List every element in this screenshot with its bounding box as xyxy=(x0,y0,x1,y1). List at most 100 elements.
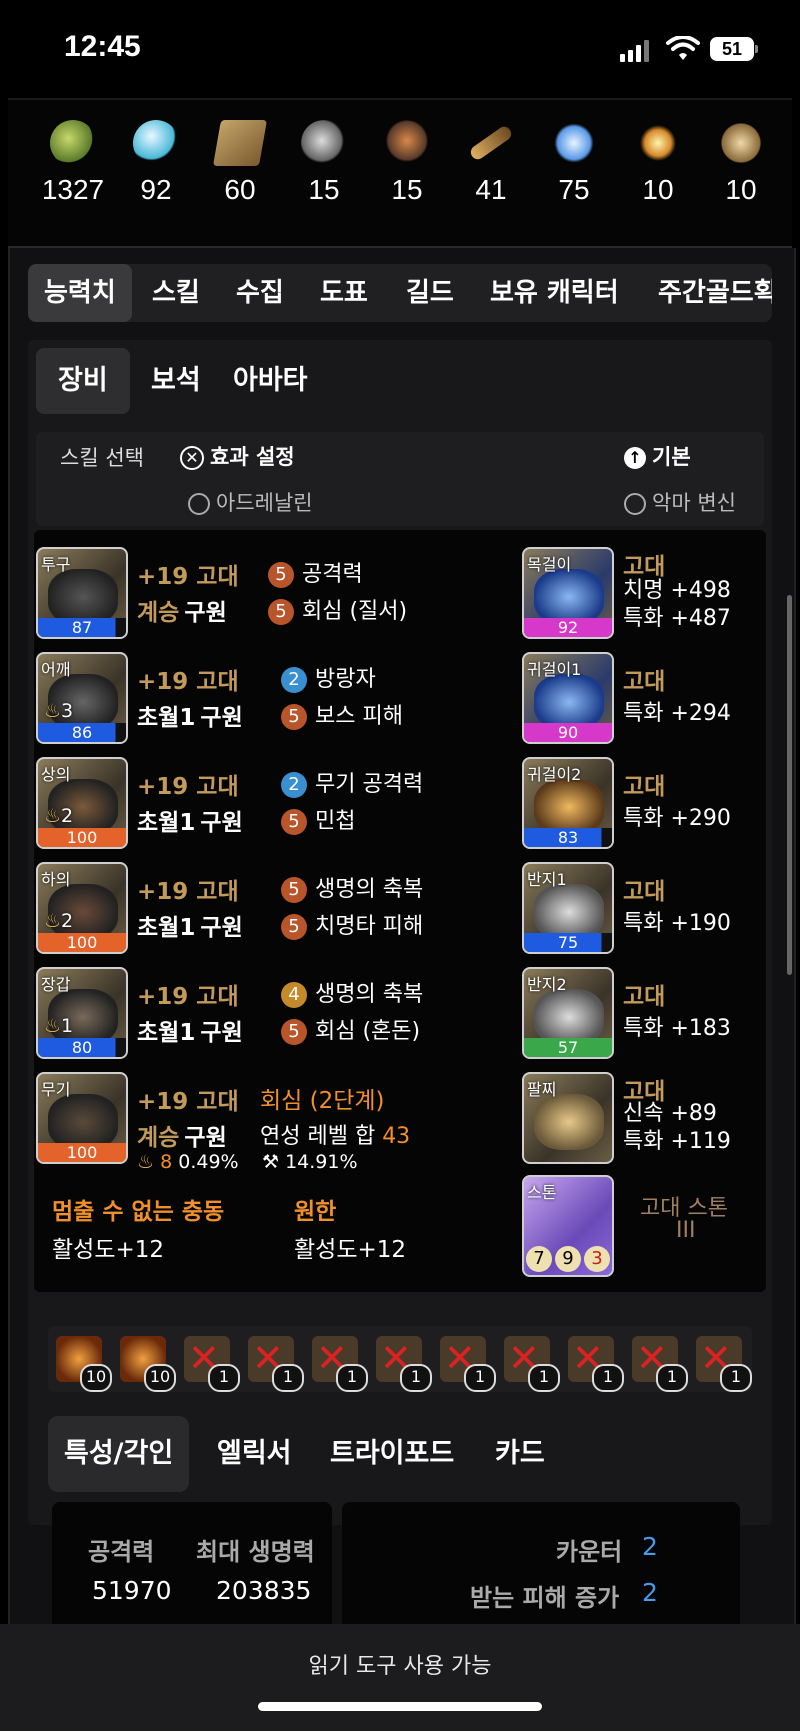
basic-mode-button[interactable]: ↑ 기본 xyxy=(624,441,691,471)
wifi-icon xyxy=(666,36,700,60)
accessory-slot[interactable]: 귀걸이1 90 xyxy=(522,652,614,744)
radio-icon xyxy=(188,493,210,515)
accessory-stat: 특화 +294 xyxy=(623,701,731,726)
gem-slot[interactable]: ✕ 1 xyxy=(568,1336,624,1392)
reader-available-button[interactable]: 읽기 도구 사용 가능 xyxy=(0,1648,800,1680)
tab-chart[interactable]: 도표 xyxy=(320,264,368,322)
resource-item: 15 xyxy=(372,120,442,206)
gem-slot[interactable]: ✕ 1 xyxy=(184,1336,240,1392)
weapon-stat-1: ♨ 8 0.49% xyxy=(137,1151,239,1173)
resource-item: 75 xyxy=(539,120,609,206)
equipment-slot[interactable]: 하의 ♨2 100 xyxy=(36,862,128,954)
equipment-slot[interactable]: 장갑 ♨1 80 xyxy=(36,967,128,1059)
transcend-level: ♨1 xyxy=(44,1015,74,1037)
tab-guild[interactable]: 길드 xyxy=(406,264,454,322)
set-text: 계승 구원 xyxy=(137,1125,227,1151)
stone-engraving: 3 xyxy=(584,1246,610,1272)
heart-icon xyxy=(301,120,347,166)
tab-stats[interactable]: 능력치 xyxy=(28,264,132,322)
stone-engraving: 7 xyxy=(526,1246,552,1272)
tab-skills[interactable]: 스킬 xyxy=(152,264,200,322)
resource-strip: 1327 92 60 15 15 41 75 10 10 xyxy=(8,98,792,248)
gem-slot[interactable]: 10 xyxy=(56,1336,112,1392)
trait-value: 2 xyxy=(642,1532,658,1561)
tab-avatar[interactable]: 아바타 xyxy=(233,348,308,414)
gem-slot[interactable]: ✕ 1 xyxy=(504,1336,560,1392)
tab-elixir[interactable]: 엘릭서 xyxy=(217,1416,292,1492)
arrow-up-circle-icon: ↑ xyxy=(624,447,646,469)
weapon-stat-2: ⚒ 14.91% xyxy=(262,1151,358,1173)
set-text: 초월1 구원 xyxy=(137,915,243,941)
set-effect-value: 활성도+12 xyxy=(294,1237,407,1263)
resource-item: 1327 xyxy=(38,120,108,206)
engraving: 5 보스 피해 xyxy=(281,698,403,730)
accessory-grade: 고대 xyxy=(623,774,666,800)
gem-slot[interactable]: ✕ 1 xyxy=(440,1336,496,1392)
accessory-grade: 고대 xyxy=(623,879,666,905)
set-text: 초월1 구원 xyxy=(137,1020,243,1046)
gem-slot[interactable]: ✕ 1 xyxy=(248,1336,304,1392)
equipment-slot[interactable]: 어깨 ♨3 86 xyxy=(36,652,128,744)
star-icon xyxy=(635,120,681,166)
stone-slot[interactable]: 스톤 7 9 3 xyxy=(522,1175,614,1277)
tab-cards[interactable]: 카드 xyxy=(495,1416,545,1492)
equipment-slot[interactable]: 투구 87 xyxy=(36,547,128,639)
flame-icon: ♨ xyxy=(44,700,62,722)
engraving: 2 방랑자 xyxy=(281,661,376,693)
refine-text: +19 고대 xyxy=(137,1089,239,1115)
engraving: 5 회심 (질서) xyxy=(268,593,407,625)
gem-slot[interactable]: 10 xyxy=(120,1336,176,1392)
flame-icon: ♨ xyxy=(44,1015,62,1037)
resource-item: 60 xyxy=(205,120,275,206)
gem-slot[interactable]: ✕ 1 xyxy=(376,1336,432,1392)
accessory-slot[interactable]: 반지1 75 xyxy=(522,862,614,954)
stone-tier: III xyxy=(676,1218,696,1243)
demon-option[interactable]: 악마 변신 xyxy=(624,487,736,517)
transcend-level: ♨2 xyxy=(44,805,74,827)
tab-gems[interactable]: 보석 xyxy=(151,348,201,414)
effect-setting-button[interactable]: ✕ 효과 설정 xyxy=(180,441,295,471)
engraving: 5 치명타 피해 xyxy=(281,908,423,940)
transcend-level: ♨3 xyxy=(44,700,74,722)
accessory-slot[interactable]: 반지2 57 xyxy=(522,967,614,1059)
accessory-slot[interactable]: 팔찌 xyxy=(522,1072,614,1164)
attack-value: 51970 xyxy=(92,1576,172,1605)
refine-text: +19 고대 xyxy=(137,564,239,590)
engraving: 5 생명의 축복 xyxy=(281,871,423,903)
refine-text: +19 고대 xyxy=(137,984,239,1010)
medal-icon xyxy=(718,120,764,166)
tab-traits-engravings[interactable]: 특성/각인 xyxy=(48,1416,190,1492)
weapon-slot[interactable]: 무기 100 xyxy=(36,1072,128,1164)
radio-icon xyxy=(624,493,646,515)
tab-tripod[interactable]: 트라이포드 xyxy=(330,1416,454,1492)
gem-slot[interactable]: ✕ 1 xyxy=(696,1336,752,1392)
accessory-slot[interactable]: 귀걸이2 83 xyxy=(522,757,614,849)
flame-icon: ♨ xyxy=(137,1151,155,1173)
scrollbar[interactable] xyxy=(787,595,792,975)
equipment-slot[interactable]: 상의 ♨2 100 xyxy=(36,757,128,849)
set-effect-name: 원한 xyxy=(294,1199,337,1225)
tab-collection[interactable]: 수집 xyxy=(236,264,284,322)
necklace-icon xyxy=(534,569,604,625)
home-indicator[interactable] xyxy=(258,1702,542,1711)
helmet-icon xyxy=(48,569,118,625)
trait-name: 카운터 xyxy=(556,1538,623,1566)
refine-text: +19 고대 xyxy=(137,669,239,695)
set-text: 초월1 구원 xyxy=(137,810,243,836)
signal-icon xyxy=(620,40,652,62)
gem-slot[interactable]: ✕ 1 xyxy=(312,1336,368,1392)
flame-icon: ♨ xyxy=(44,910,62,932)
engraving: 5 민첩 xyxy=(281,803,355,835)
resource-item: 10 xyxy=(706,120,776,206)
transcend-level: ♨2 xyxy=(44,910,74,932)
attack-label: 공격력 xyxy=(88,1538,155,1566)
tab-characters[interactable]: 보유 캐릭터 xyxy=(490,264,619,322)
tab-equipment[interactable]: 장비 xyxy=(36,348,130,414)
adrenaline-option[interactable]: 아드레날린 xyxy=(188,487,313,517)
gem-slot[interactable]: ✕ 1 xyxy=(632,1336,688,1392)
engraving: 4 생명의 축복 xyxy=(281,976,423,1008)
tab-weekly-gold[interactable]: 주간골드획 xyxy=(658,264,772,322)
set-effect-name: 멈출 수 없는 충동 xyxy=(52,1199,225,1225)
resource-item: 41 xyxy=(456,120,526,206)
accessory-slot[interactable]: 목걸이 92 xyxy=(522,547,614,639)
